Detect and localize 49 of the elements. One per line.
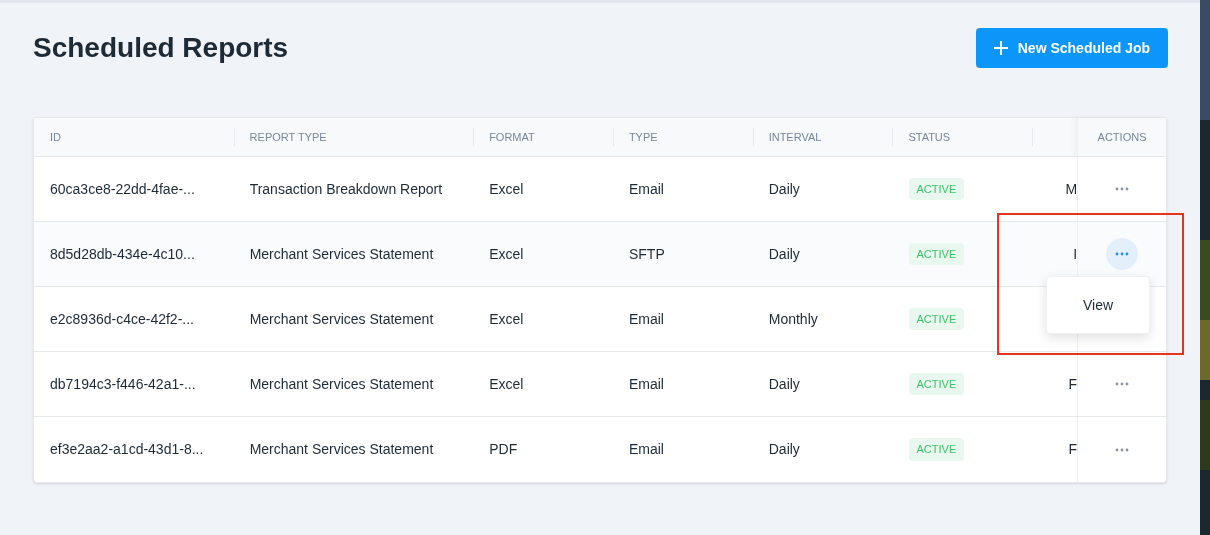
table-cell-text: Merchant Services Statement <box>249 440 434 459</box>
column-header: FORMAT <box>489 129 535 145</box>
table-cell-text: M <box>1065 179 1078 199</box>
column-header: STATUS <box>908 129 951 145</box>
table-cell-text: e2c8936d-c4ce-42f2-... <box>50 309 194 329</box>
table-cell-text: Email <box>628 179 664 199</box>
table-cell-text: PDF <box>489 440 518 459</box>
table-cell-text: ef3e2aa2-a1cd-43d1-8... <box>50 440 204 459</box>
column-header: ID <box>50 129 61 145</box>
more-icon <box>1115 252 1130 256</box>
column-header: INTERVAL <box>768 129 822 145</box>
column-header: ACTIONS <box>1097 129 1147 145</box>
status-badge: ACTIVE <box>908 242 965 266</box>
table-cell-text: Daily <box>768 244 800 264</box>
status-badge: ACTIVE <box>908 177 965 201</box>
status-badge: ACTIVE <box>908 438 965 461</box>
more-icon <box>1115 187 1130 191</box>
more-icon <box>1115 447 1130 452</box>
table-cell-text: Email <box>628 440 664 459</box>
column-header: TYPE <box>628 129 658 145</box>
table-cell-text: Merchant Services Statement <box>249 244 434 264</box>
table-cell-text: Merchant Services Statement <box>249 309 434 329</box>
table-cell-text: Excel <box>489 179 524 199</box>
table-cell-text: F <box>1068 374 1078 394</box>
table-cell-text: 8d5d28db-434e-4c10... <box>50 244 195 264</box>
status-badge: ACTIVE <box>908 307 965 331</box>
status-badge: ACTIVE <box>908 372 965 396</box>
table-cell-text: 60ca3ce8-22dd-4fae-... <box>50 179 195 199</box>
table-cell-text: Daily <box>768 440 800 459</box>
menu-item[interactable]: View <box>1047 281 1149 329</box>
more-icon <box>1115 382 1130 386</box>
table-cell-text: Daily <box>768 179 800 199</box>
table-cell-text: Email <box>628 374 664 394</box>
table-cell-text: db7194c3-f446-42a1-... <box>50 374 196 394</box>
table-cell-text: Daily <box>768 374 800 394</box>
page-title: Scheduled Reports <box>33 31 289 65</box>
table-cell-text: Transaction Breakdown Report <box>249 179 443 199</box>
table-cell-text: Excel <box>489 374 524 394</box>
table-cell-text: Merchant Services Statement <box>249 374 434 394</box>
table-cell-text: I <box>1073 244 1078 264</box>
table-cell-text: F <box>1068 440 1078 459</box>
more-button[interactable] <box>1106 238 1139 270</box>
table-cell-text: Monthly <box>768 309 818 329</box>
table-cell-text: Email <box>628 309 664 329</box>
table-cell-text: SFTP <box>628 244 665 264</box>
column-header: REPORT TYPE <box>249 129 327 145</box>
table-cell-text: Excel <box>489 244 524 264</box>
table-cell-text: Excel <box>489 309 524 329</box>
plus-icon <box>993 41 1008 55</box>
